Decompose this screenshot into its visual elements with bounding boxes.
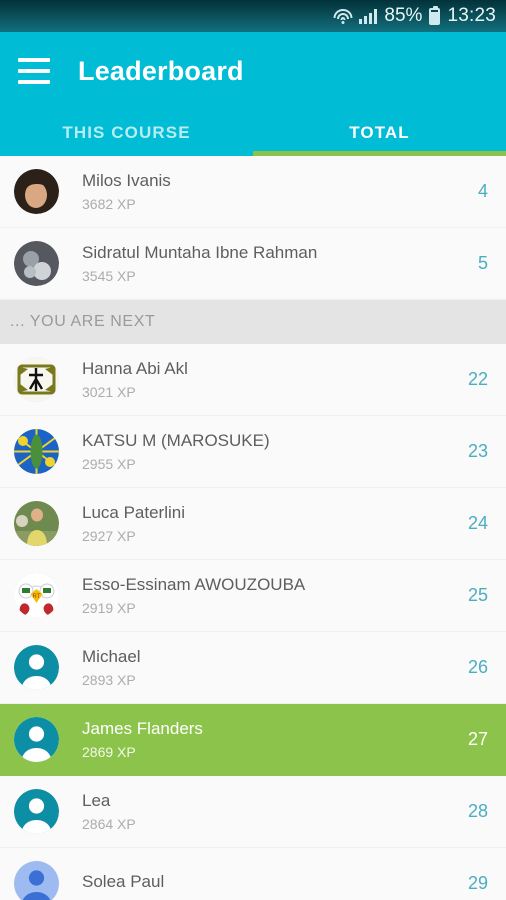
avatar [14, 861, 59, 900]
table-row[interactable]: Michael 2893 XP 26 [0, 632, 506, 704]
player-rank: 5 [477, 253, 488, 273]
battery-icon [429, 5, 441, 25]
player-name: Milos Ivanis [82, 170, 171, 190]
leaderboard-screen: 85% 13:23 Leaderboard THIS COURSE TOTAL … [0, 0, 506, 900]
table-row[interactable]: Milos Ivanis 3682 XP 4 [0, 156, 506, 228]
page-title: Leaderboard [78, 55, 244, 86]
signal-icon [359, 8, 378, 24]
player-xp: 3545 XP [82, 267, 136, 284]
hamburger-menu-icon[interactable] [18, 58, 50, 84]
wifi-icon [333, 8, 353, 24]
tab-total[interactable]: TOTAL [253, 110, 506, 156]
svg-text:RT: RT [33, 594, 41, 600]
player-name: KATSU M (MAROSUKE) [82, 430, 270, 450]
player-name: Michael [82, 646, 141, 666]
leaderboard-list[interactable]: Milos Ivanis 3682 XP 4 Sidratul Muntaha Ibn… [0, 156, 506, 900]
player-xp: 2869 XP [82, 743, 136, 760]
player-rank: 24 [467, 513, 488, 533]
avatar [14, 789, 59, 834]
you-are-next-separator: ... YOU ARE NEXT [0, 300, 506, 344]
row-text: Hanna Abi Akl 3021 XP [82, 358, 458, 402]
player-xp: 3021 XP [82, 383, 136, 400]
player-xp: 2919 XP [82, 599, 136, 616]
table-row[interactable]: James Flanders 2869 XP 27 [0, 704, 506, 776]
player-name: James Flanders [82, 718, 203, 738]
player-name: Esso-Essinam AWOUZOUBA [82, 574, 306, 594]
player-xp: 2893 XP [82, 671, 136, 688]
avatar [14, 501, 59, 546]
row-text: James Flanders 2869 XP [82, 718, 458, 762]
row-text: Luca Paterlini 2927 XP [82, 502, 458, 546]
app-bar: Leaderboard THIS COURSE TOTAL [0, 32, 506, 156]
avatar [14, 645, 59, 690]
row-text: Milos Ivanis 3682 XP [82, 170, 468, 214]
row-text: Lea 2864 XP [82, 790, 458, 834]
row-text: KATSU M (MAROSUKE) 2955 XP [82, 430, 458, 474]
player-rank: 23 [467, 441, 488, 461]
clock-label: 13:23 [447, 5, 496, 26]
avatar [14, 717, 59, 762]
player-name: Luca Paterlini [82, 502, 186, 522]
app-bar-top: Leaderboard [0, 32, 506, 110]
tab-total-label: TOTAL [349, 123, 410, 142]
table-row[interactable]: KATSU M (MAROSUKE) 2955 XP 23 [0, 416, 506, 488]
avatar: RT [14, 573, 59, 618]
player-name: Sidratul Muntaha Ibne Rahman [82, 242, 318, 262]
row-text: Sidratul Muntaha Ibne Rahman 3545 XP [82, 242, 468, 286]
tab-bar: THIS COURSE TOTAL [0, 110, 506, 156]
table-row[interactable]: Solea Paul 29 [0, 848, 506, 900]
table-row[interactable]: Lea 2864 XP 28 [0, 776, 506, 848]
player-rank: 26 [467, 657, 488, 677]
player-name: Solea Paul [82, 872, 165, 891]
row-text: Esso-Essinam AWOUZOUBA 2919 XP [82, 574, 458, 618]
row-text: Michael 2893 XP [82, 646, 458, 690]
table-row[interactable]: Luca Paterlini 2927 XP 24 [0, 488, 506, 560]
battery-percent-label: 85% [384, 5, 423, 26]
player-rank: 28 [467, 801, 488, 821]
player-xp: 2927 XP [82, 527, 136, 544]
avatar [14, 429, 59, 474]
avatar [14, 241, 59, 286]
player-rank: 25 [467, 585, 488, 605]
player-rank: 4 [477, 181, 488, 201]
tab-this-course-label: THIS COURSE [62, 123, 191, 142]
avatar [14, 357, 59, 402]
tab-this-course[interactable]: THIS COURSE [0, 110, 253, 156]
player-name: Hanna Abi Akl [82, 358, 188, 378]
table-row[interactable]: RT Esso-Essinam AWOUZOUBA 2919 XP 25 [0, 560, 506, 632]
avatar [14, 169, 59, 214]
player-xp: 2864 XP [82, 815, 136, 832]
player-rank: 22 [467, 369, 488, 389]
player-rank: 27 [467, 729, 488, 749]
player-name: Lea [82, 790, 111, 810]
player-rank: 29 [467, 873, 488, 893]
table-row[interactable]: Hanna Abi Akl 3021 XP 22 [0, 344, 506, 416]
table-row[interactable]: Sidratul Muntaha Ibne Rahman 3545 XP 5 [0, 228, 506, 300]
you-are-next-label: ... YOU ARE NEXT [10, 313, 156, 330]
status-bar: 85% 13:23 [0, 0, 506, 32]
row-text: Solea Paul [82, 871, 458, 896]
player-xp: 2955 XP [82, 455, 136, 472]
player-xp: 3682 XP [82, 195, 136, 212]
